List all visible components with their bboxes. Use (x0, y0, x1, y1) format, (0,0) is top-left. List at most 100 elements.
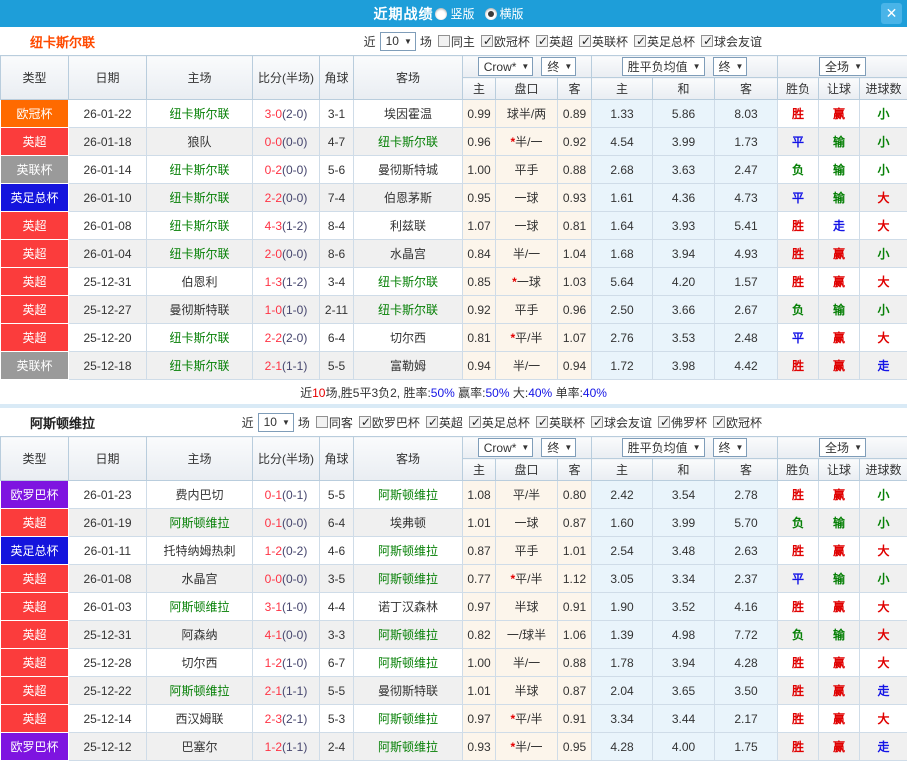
league-checkbox[interactable] (426, 416, 438, 428)
mean-draw-cell: 4.36 (653, 184, 715, 212)
recent-count-select[interactable]: 10▼ (380, 32, 416, 51)
handicap-cell: *平/半 (496, 705, 558, 733)
handicap-result-cell: 输 (819, 509, 860, 537)
odds-source-select[interactable]: Crow*▼ (478, 57, 534, 76)
col-header-h: 主 (463, 78, 496, 100)
mean-home-cell: 1.78 (592, 649, 653, 677)
score-cell: 0-0(0-0) (253, 128, 320, 156)
league-checkbox[interactable] (481, 35, 493, 47)
league-checkbox-label[interactable]: 英足总杯 (482, 414, 530, 431)
same-venue-label[interactable]: 同主 (451, 33, 475, 50)
mean-away-cell: 2.78 (715, 481, 778, 509)
home-team-cell: 纽卡斯尔联 (147, 324, 253, 352)
date-cell: 25-12-31 (69, 268, 147, 296)
vertical-layout-radio[interactable] (435, 8, 447, 20)
halftime-score: (0-2) (282, 544, 307, 558)
result-cell: 负 (778, 621, 819, 649)
league-checkbox-label[interactable]: 英联杯 (549, 414, 585, 431)
handicap-result-cell: 赢 (819, 100, 860, 128)
scope-group: 全场▼ (778, 56, 907, 78)
league-checkbox-label[interactable]: 佛罗杯 (671, 414, 707, 431)
mean-home-cell: 2.54 (592, 537, 653, 565)
odds-final-select[interactable]: 终▼ (541, 57, 576, 76)
odds-source-select[interactable]: Crow*▼ (478, 438, 534, 457)
league-checkbox[interactable] (634, 35, 646, 47)
home-odds-cell: 0.85 (463, 268, 496, 296)
score-cell: 1-2(0-2) (253, 537, 320, 565)
handicap-cell: 球半/两 (496, 100, 558, 128)
team-name: 纽卡斯尔联 (30, 32, 95, 51)
corners-cell: 6-4 (320, 324, 354, 352)
league-checkbox-label[interactable]: 欧冠杯 (726, 414, 762, 431)
league-checkbox-label[interactable]: 球会友谊 (714, 33, 762, 50)
away-odds-cell: 1.06 (558, 621, 592, 649)
handicap-cell: 平手 (496, 156, 558, 184)
horizontal-layout-label[interactable]: 横版 (500, 5, 524, 22)
result-cell: 负 (778, 156, 819, 184)
date-cell: 26-01-11 (69, 537, 147, 565)
mean-type-select[interactable]: 胜平负均值▼ (622, 438, 705, 457)
league-checkbox-label[interactable]: 英联杯 (592, 33, 628, 50)
home-odds-cell: 0.81 (463, 324, 496, 352)
league-checkbox[interactable] (591, 416, 603, 428)
corners-cell: 8-6 (320, 240, 354, 268)
table-row: 欧罗巴杯25-12-12巴塞尔1-2(1-1)2-4阿斯顿维拉0.93*半/一0… (1, 733, 907, 761)
mean-final-select[interactable]: 终▼ (713, 57, 748, 76)
scope-select[interactable]: 全场▼ (819, 438, 866, 457)
handicap-cell: 一/球半 (496, 621, 558, 649)
col-header-mh: 主 (592, 78, 653, 100)
mean-home-cell: 2.42 (592, 481, 653, 509)
recent-count-select-value: 10 (264, 415, 277, 429)
corners-cell: 3-1 (320, 100, 354, 128)
away-team-cell: 曼彻斯特城 (354, 156, 463, 184)
league-checkbox-label[interactable]: 欧罗巴杯 (372, 414, 420, 431)
vertical-layout-label[interactable]: 竖版 (450, 5, 474, 22)
mean-away-cell: 5.70 (715, 509, 778, 537)
odds-source-select-value: Crow* (484, 60, 517, 74)
odds-final-select[interactable]: 终▼ (541, 438, 576, 457)
league-cell: 英超 (1, 240, 69, 268)
result-cell: 胜 (778, 268, 819, 296)
halftime-score: (0-0) (282, 247, 307, 261)
same-venue-checkbox[interactable] (316, 416, 328, 428)
close-icon[interactable]: ✕ (881, 3, 902, 24)
horizontal-layout-radio[interactable] (485, 8, 497, 20)
mean-type-select[interactable]: 胜平负均值▼ (622, 57, 705, 76)
away-team-cell: 阿斯顿维拉 (354, 705, 463, 733)
handicap-text: 半球 (514, 684, 538, 698)
same-venue-label[interactable]: 同客 (329, 414, 353, 431)
league-checkbox[interactable] (359, 416, 371, 428)
col-header-corner: 角球 (320, 56, 354, 100)
league-checkbox[interactable] (469, 416, 481, 428)
chevron-down-icon: ▼ (854, 62, 862, 71)
league-checkbox[interactable] (713, 416, 725, 428)
table-row: 英联杯26-01-14纽卡斯尔联0-2(0-0)5-6曼彻斯特城1.00平手0.… (1, 156, 907, 184)
league-checkbox[interactable] (579, 35, 591, 47)
league-checkbox-label[interactable]: 欧冠杯 (494, 33, 530, 50)
scope-select[interactable]: 全场▼ (819, 57, 866, 76)
date-cell: 26-01-19 (69, 509, 147, 537)
mean-away-cell: 1.73 (715, 128, 778, 156)
mean-final-select[interactable]: 终▼ (713, 438, 748, 457)
league-checkbox[interactable] (536, 416, 548, 428)
home-team-cell: 曼彻斯特联 (147, 296, 253, 324)
league-checkbox-label[interactable]: 英超 (549, 33, 573, 50)
league-checkbox[interactable] (536, 35, 548, 47)
halftime-score: (2-0) (282, 107, 307, 121)
league-checkbox[interactable] (658, 416, 670, 428)
same-venue-checkbox[interactable] (438, 35, 450, 47)
handicap-result-cell: 赢 (819, 705, 860, 733)
league-checkbox-label[interactable]: 英足总杯 (647, 33, 695, 50)
league-checkbox-label[interactable]: 球会友谊 (604, 414, 652, 431)
matches-table: 类型日期主场比分(半场)角球客场Crow*▼终▼胜平负均值▼终▼全场▼主盘口客主… (0, 436, 907, 761)
league-checkbox[interactable] (701, 35, 713, 47)
halftime-score: (0-0) (282, 191, 307, 205)
handicap-cell: *平/半 (496, 324, 558, 352)
mean-home-cell: 3.05 (592, 565, 653, 593)
corners-cell: 4-7 (320, 128, 354, 156)
corners-cell: 4-4 (320, 593, 354, 621)
league-checkbox-label[interactable]: 英超 (439, 414, 463, 431)
recent-count-select[interactable]: 10▼ (258, 413, 294, 432)
fulltime-score: 2-1 (265, 684, 282, 698)
fulltime-score: 0-2 (265, 163, 282, 177)
